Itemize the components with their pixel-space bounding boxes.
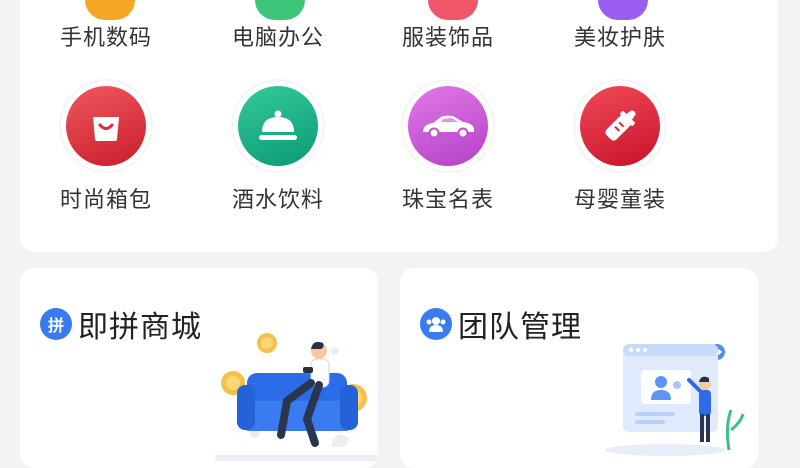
promo-title: 团队管理 bbox=[420, 302, 582, 346]
category-label: 电脑办公 bbox=[231, 26, 324, 51]
food-cover-icon bbox=[238, 86, 318, 166]
team-presentation-illustration bbox=[605, 344, 745, 456]
category-phone-digital[interactable]: 手机数码 bbox=[36, 20, 176, 70]
group-buy-badge-text: 拼 bbox=[47, 316, 64, 335]
baby-bottle-icon bbox=[580, 86, 660, 166]
category-drinks[interactable]: 酒水饮料 bbox=[208, 86, 348, 226]
group-buy-icon: 拼 bbox=[40, 308, 72, 340]
group-buy-mall-card[interactable]: 拼 即拼商城 bbox=[20, 268, 378, 468]
category-cosmetics[interactable]: 美妆护肤 bbox=[550, 20, 690, 70]
category-computer-office[interactable]: 电脑办公 bbox=[208, 20, 348, 70]
person-on-sofa-illustration bbox=[215, 333, 378, 461]
category-label: 服装饰品 bbox=[401, 26, 494, 51]
category-clothing[interactable]: 服装饰品 bbox=[378, 20, 518, 70]
group-buy-title: 即拼商城 bbox=[78, 310, 202, 345]
category-fashion-bags[interactable]: 时尚箱包 bbox=[36, 86, 176, 226]
category-jewelry-watches[interactable]: 珠宝名表 bbox=[378, 86, 518, 226]
category-icon-partial bbox=[598, 0, 648, 20]
category-icon-partial bbox=[428, 0, 478, 20]
category-label: 美妆护肤 bbox=[573, 26, 666, 51]
category-label: 母婴童装 bbox=[573, 188, 666, 213]
bag-icon bbox=[66, 86, 146, 166]
team-management-card[interactable]: 团队管理 bbox=[400, 268, 758, 468]
promo-title: 拼 即拼商城 bbox=[40, 302, 202, 346]
car-icon bbox=[408, 86, 488, 166]
category-card: 手机数码 电脑办公 服装饰品 美妆护肤 时尚箱包 酒水饮料 珠宝名表 母婴童装 bbox=[20, 0, 778, 252]
category-mother-baby[interactable]: 母婴童装 bbox=[550, 86, 690, 226]
category-label: 手机数码 bbox=[59, 26, 152, 51]
category-icon-partial bbox=[85, 0, 135, 20]
team-management-title: 团队管理 bbox=[458, 310, 582, 345]
category-label: 珠宝名表 bbox=[401, 188, 494, 213]
team-icon bbox=[420, 308, 452, 340]
category-label: 酒水饮料 bbox=[231, 188, 324, 213]
category-icon-partial bbox=[255, 0, 305, 20]
category-label: 时尚箱包 bbox=[59, 188, 152, 213]
